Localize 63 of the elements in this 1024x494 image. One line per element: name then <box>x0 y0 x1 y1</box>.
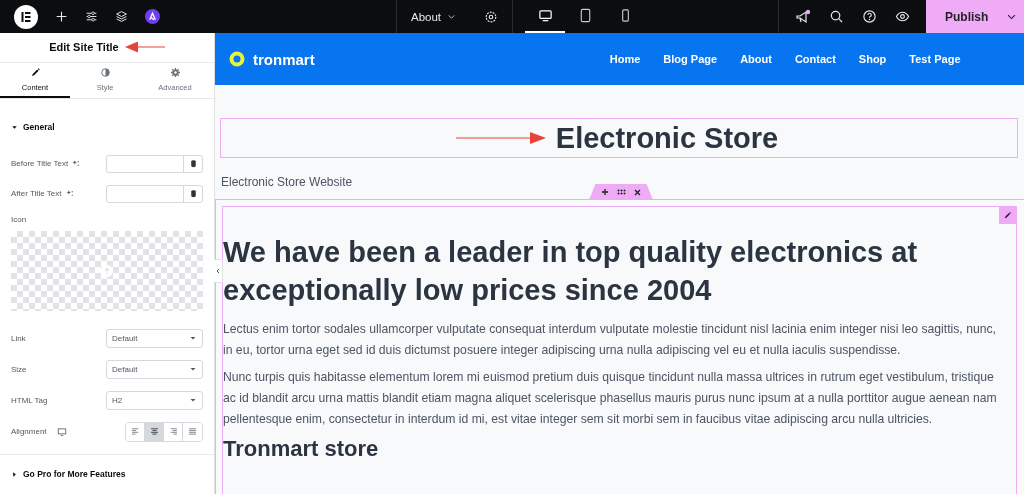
select-field[interactable]: Default <box>106 328 203 348</box>
nav-link[interactable]: Shop <box>847 53 898 65</box>
nav-link[interactable]: Home <box>598 53 652 65</box>
site-title: Electronic Store <box>555 121 779 155</box>
align-justify-icon <box>187 426 198 438</box>
ring-logo-icon <box>229 51 245 67</box>
site-logo-text[interactable]: tronmart <box>253 50 315 68</box>
database-icon <box>188 189 198 199</box>
nav-link[interactable]: Contact <box>783 53 848 65</box>
add-icon[interactable] <box>601 188 609 196</box>
eye-icon <box>895 9 910 24</box>
desktop-icon <box>537 8 553 23</box>
elementor-logo[interactable] <box>14 4 38 29</box>
text-field[interactable] <box>106 154 203 173</box>
upload-icon <box>100 263 114 278</box>
select-field[interactable]: H2 <box>106 390 203 410</box>
help-icon <box>862 9 877 24</box>
drag-handle-icon[interactable] <box>617 189 626 195</box>
field-label: Before Title Text <box>11 159 69 169</box>
select-field[interactable]: Default <box>106 359 203 379</box>
field-label: Icon <box>11 214 28 224</box>
site-tagline: Electronic Store Website <box>221 175 354 189</box>
desktop-icon <box>56 426 67 437</box>
field-label: After Title Text <box>11 189 62 199</box>
sliders-icon <box>85 10 98 23</box>
chevron-left-icon <box>215 268 221 274</box>
close-icon[interactable] <box>634 188 641 196</box>
caret-icon <box>11 470 18 478</box>
align-left-icon <box>129 426 141 438</box>
field-label: Link <box>11 333 26 343</box>
theme-badge-icon <box>145 9 160 24</box>
content-subheading: Tronmart store <box>223 436 380 462</box>
nav-link[interactable]: Test Page <box>897 53 972 65</box>
section-header[interactable]: Go Pro for More Features <box>0 453 214 494</box>
contrast-icon <box>99 66 111 78</box>
layers-icon <box>115 10 128 23</box>
megaphone-icon <box>795 8 811 25</box>
content-heading: We have been a leader in top quality electronics at exceptionally low prices since 2004 <box>223 235 919 308</box>
chevron-down-icon <box>447 12 457 21</box>
settings-icon <box>169 66 181 78</box>
field-label: HTML Tag <box>11 395 48 405</box>
search-icon <box>829 9 844 24</box>
caret-icon <box>11 123 18 131</box>
nav-link[interactable]: Blog Page <box>651 53 729 65</box>
settings-icon <box>484 9 499 24</box>
plus-icon <box>55 10 68 23</box>
pencil-icon <box>1003 211 1012 220</box>
panel-title: Edit Site Title <box>49 41 119 54</box>
database-icon <box>188 159 198 169</box>
pencil-icon <box>29 66 41 78</box>
align-center-button[interactable] <box>145 422 164 441</box>
field-label: Size <box>11 364 27 374</box>
edit-widget-button[interactable] <box>999 207 1016 224</box>
text-field[interactable] <box>106 184 203 203</box>
body-paragraph: Lectus enim tortor sodales ullamcorper vulputate consequat interdum vulputate molestie tincidunt nisl lacinia enim integer nisi leo sagittis, nunc, in eu, tortor urna eget sed id duis dictumst posuere integer adipiscing urna nulla adipiscing vel eu et nulla iaculis suspendisse. <box>223 321 997 359</box>
arrow-annotation <box>124 41 165 54</box>
align-center-icon <box>148 426 160 438</box>
publish-button[interactable]: Publish <box>926 0 1024 33</box>
body-paragraph: Nunc turpis quis habitasse elementum lorem mi euismod pretium duis quisque tincidunt nulla massa ultrices in rutrum eget vestibulum, tristique ac id blandit arcu urna mattis blandit etiam magna aliquet scelerisque phasellus mauris purus nunc ipsum at a nulla porttitor augue aenean nam pellentesque enim, consectetur in interdum id mi, est vitae integer sem sit morbi sem in faucibus vitae adipiscing arcu nulla ultricies. <box>223 369 998 428</box>
section-header[interactable]: General <box>11 98 61 155</box>
field-label: Alignment <box>11 427 47 437</box>
nav-link[interactable]: About <box>728 53 784 65</box>
align-left-button[interactable] <box>126 422 145 441</box>
